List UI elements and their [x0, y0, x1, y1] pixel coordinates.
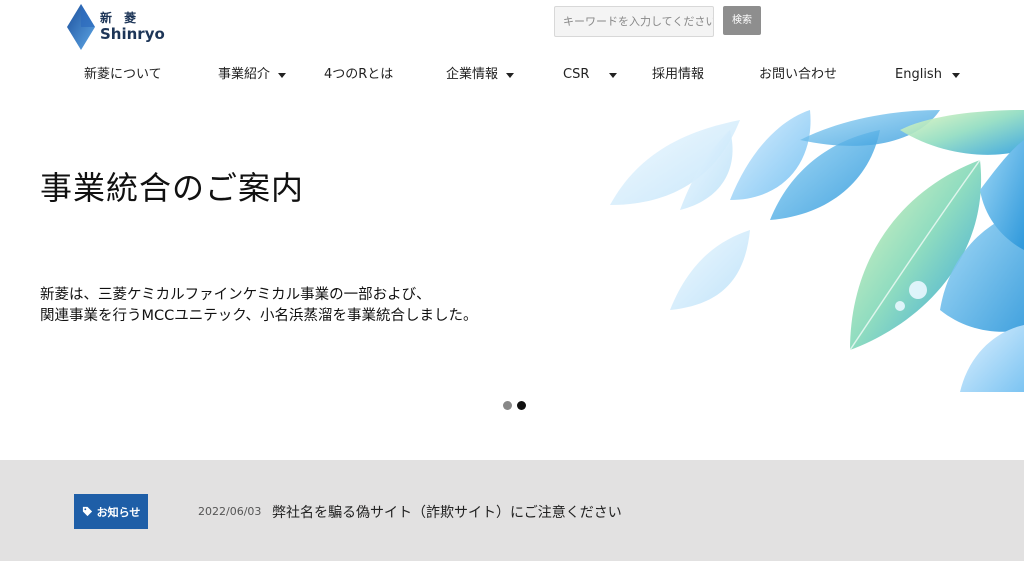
diamond-logo-icon	[67, 4, 95, 50]
hero-title: 事業統合のご案内	[40, 169, 305, 207]
nav-item-4r[interactable]: 4つのRとは	[324, 60, 393, 90]
news-badge[interactable]: お知らせ	[74, 494, 148, 529]
chevron-down-icon	[278, 72, 287, 78]
slider-dot-2[interactable]	[517, 401, 526, 410]
nav-item-contact[interactable]: お問い合わせ	[759, 60, 837, 90]
nav-item-label: 事業紹介	[218, 67, 271, 82]
nav-item-label: CSR	[563, 67, 590, 82]
nav-item-business[interactable]: 事業紹介	[218, 60, 287, 90]
news-item-link[interactable]: 弊社名を騙る偽サイト（詐欺サイト）にご注意ください	[272, 502, 622, 522]
logo-japanese-text: 新 菱	[100, 11, 141, 25]
nav-item-label: English	[895, 67, 942, 82]
hero-description-line: 新菱は、三菱ケミカルファインケミカル事業の一部および、	[40, 287, 431, 303]
page: 新 菱 Shinryo キーワードを入力してください 検索 新菱について 事業紹…	[0, 0, 1024, 561]
slider-dot-1[interactable]	[503, 401, 512, 410]
nav-item-csr[interactable]: CSR	[563, 60, 618, 90]
site-logo[interactable]: 新 菱 Shinryo	[66, 4, 176, 50]
search-button[interactable]: 検索	[723, 6, 761, 35]
chevron-down-icon	[951, 72, 960, 78]
chevron-down-icon	[506, 72, 515, 78]
nav-item-label: 企業情報	[446, 67, 499, 82]
hero-description: 新菱は、三菱ケミカルファインケミカル事業の一部および、 関連事業を行うMCCユニ…	[40, 285, 477, 327]
nav-item-about[interactable]: 新菱について	[84, 60, 162, 90]
leaves-illustration	[600, 110, 1024, 392]
news-date: 2022/06/03	[198, 505, 262, 518]
nav-item-label: 新菱について	[84, 67, 162, 82]
nav-item-label: 採用情報	[652, 67, 705, 82]
hero-slider[interactable]: 事業統合のご案内 新菱は、三菱ケミカルファインケミカル事業の一部および、 関連事…	[0, 110, 1024, 392]
nav-item-english[interactable]: English	[895, 60, 960, 90]
leaves-image	[610, 110, 1024, 392]
news-badge-label: お知らせ	[96, 505, 141, 519]
hero-description-line: 関連事業を行うMCCユニテック、小名浜蒸溜を事業統合しました。	[40, 308, 478, 324]
logo-english-text: Shinryo	[100, 25, 165, 43]
tag-icon	[82, 506, 92, 517]
slider-pagination	[503, 401, 526, 410]
nav-item-company[interactable]: 企業情報	[446, 60, 515, 90]
nav-item-label: 4つのRとは	[324, 67, 394, 82]
news-section: お知らせ 2022/06/03 弊社名を騙る偽サイト（詐欺サイト）にご注意くださ…	[0, 460, 1024, 561]
nav-item-label: お問い合わせ	[759, 67, 838, 82]
nav-item-recruit[interactable]: 採用情報	[652, 60, 704, 90]
main-nav: 新菱について 事業紹介 4つのRとは 企業情報 CSR 採用情報 お問い合わせ …	[0, 60, 1024, 90]
chevron-down-icon	[609, 72, 618, 78]
search-input[interactable]: キーワードを入力してください	[554, 6, 714, 37]
